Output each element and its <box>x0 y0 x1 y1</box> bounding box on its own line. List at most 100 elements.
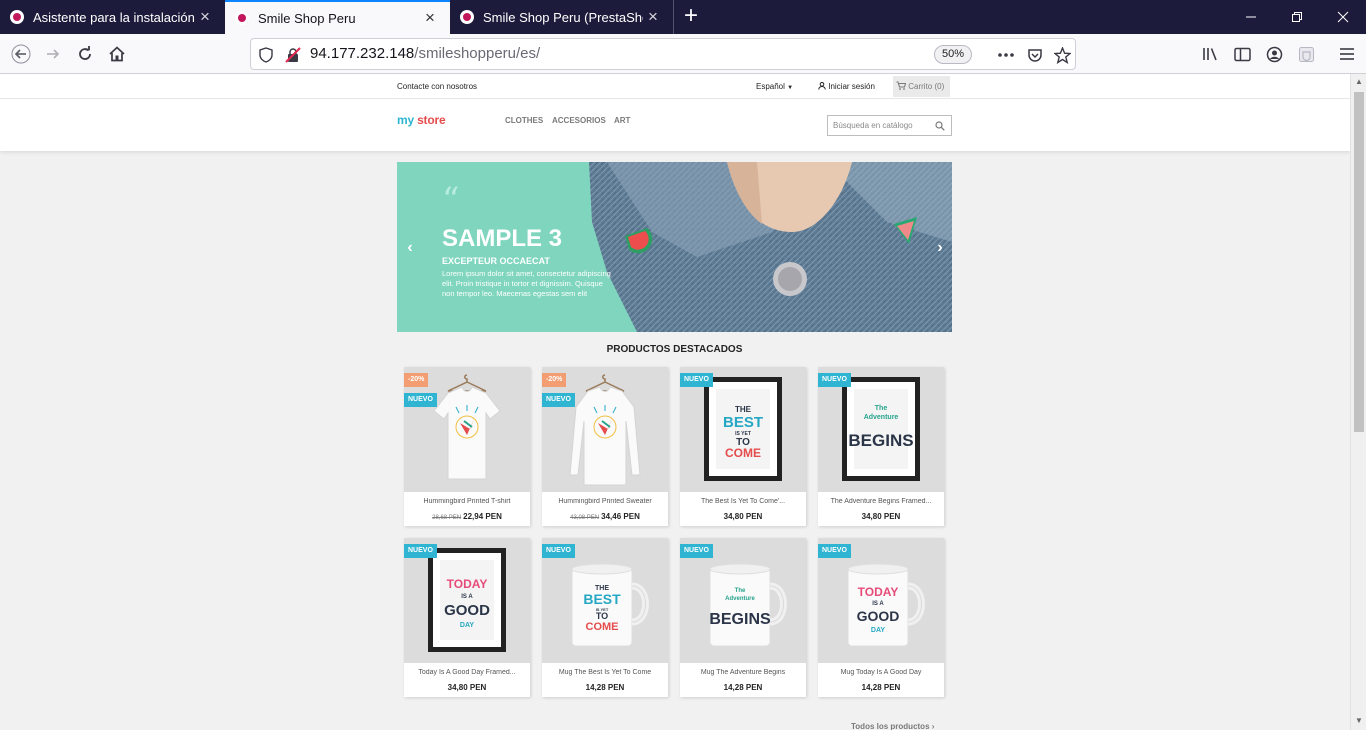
art-text: The <box>735 588 746 594</box>
art-text: COME <box>725 446 761 460</box>
art-text: IS A <box>461 594 473 600</box>
tab-title: Smile Shop Peru <box>258 10 356 26</box>
product-thumbnail[interactable]: TODAY IS A GOOD DAY NUEVO <box>818 538 944 663</box>
library-icon[interactable] <box>1195 39 1225 69</box>
zoom-level-badge[interactable]: 50% <box>934 45 972 64</box>
art-text: The <box>875 405 888 412</box>
product-thumbnail[interactable]: -20% NUEVO <box>542 367 668 492</box>
art-text: GOOD <box>857 608 900 624</box>
product-price: 14,28 PEN <box>585 683 625 692</box>
art-text: Adventure <box>725 596 755 602</box>
scroll-up-icon[interactable]: ▲ <box>1354 77 1364 86</box>
product-price-row: 14,28 PEN <box>680 683 806 692</box>
product-price-row: 34,80 PEN <box>680 512 806 521</box>
product-thumbnail[interactable]: THE BEST IS YET TO COME NUEVO <box>680 367 806 492</box>
new-badge: NUEVO <box>542 393 575 407</box>
close-window-icon[interactable] <box>1320 0 1366 34</box>
product-card[interactable]: The Adventure BEGINS NUEVO The Adventure Beg… <box>818 367 944 526</box>
art-text: TO <box>596 611 608 621</box>
product-thumbnail[interactable]: TODAY IS A GOOD DAY NUEVO <box>404 538 530 663</box>
product-card[interactable]: The Adventure BEGINS NUEVO Mug The Adventure… <box>680 538 806 697</box>
close-tab-icon[interactable]: × <box>420 8 440 28</box>
discount-badge: -20% <box>542 373 567 387</box>
bookmark-star-icon[interactable] <box>1051 44 1073 66</box>
tab-title: Smile Shop Peru (PrestaShop™) <box>483 9 643 25</box>
product-name[interactable]: Mug The Best Is Yet To Come <box>542 669 668 676</box>
insecure-lock-icon[interactable] <box>282 44 304 66</box>
art-text: BEGINS <box>709 611 771 628</box>
new-badge: NUEVO <box>404 393 437 407</box>
art-text: IS A <box>872 601 884 607</box>
product-price-row: 14,28 PEN <box>542 683 668 692</box>
new-badge: NUEVO <box>680 373 713 387</box>
back-button[interactable] <box>6 39 36 69</box>
restore-window-icon[interactable] <box>1274 0 1320 34</box>
product-name[interactable]: The Adventure Begins Framed... <box>818 498 944 505</box>
featured-products-grid: -20% NUEVO Hummingbird Printed T-shirt 28,6… <box>0 74 1350 730</box>
product-name[interactable]: Today Is A Good Day Framed... <box>404 669 530 676</box>
new-badge: NUEVO <box>680 544 713 558</box>
url-bar[interactable]: 94.177.232.148/smileshopperu/es/ 50% <box>250 38 1076 70</box>
art-text: GOOD <box>444 602 490 619</box>
product-thumbnail[interactable]: The Adventure BEGINS NUEVO <box>818 367 944 492</box>
product-price-row: 43,08 PEN 34,46 PEN <box>542 512 668 521</box>
product-price-row: 28,68 PEN 22,94 PEN <box>404 512 530 521</box>
product-thumbnail[interactable]: The Adventure BEGINS NUEVO <box>680 538 806 663</box>
product-card[interactable]: -20% NUEVO Hummingbird Printed T-shirt 28,6… <box>404 367 530 526</box>
product-price-row: 14,28 PEN <box>818 683 944 692</box>
prestashop-favicon-icon <box>460 10 474 24</box>
product-name[interactable]: Mug The Adventure Begins <box>680 669 806 676</box>
product-price-row: 34,80 PEN <box>404 683 530 692</box>
product-price: 34,80 PEN <box>447 683 487 692</box>
scroll-down-icon[interactable]: ▼ <box>1354 716 1364 725</box>
product-card[interactable]: TODAY IS A GOOD DAY NUEVO Today Is A Good Day… <box>404 538 530 697</box>
close-tab-icon[interactable]: × <box>195 7 215 27</box>
product-name[interactable]: Hummingbird Printed T-shirt <box>404 498 530 505</box>
minimize-window-icon[interactable] <box>1228 0 1274 34</box>
url-path: /smileshopperu/es/ <box>414 45 541 62</box>
account-icon[interactable] <box>1259 39 1289 69</box>
forward-button[interactable] <box>38 39 68 69</box>
product-price: 14,28 PEN <box>861 683 901 692</box>
product-name[interactable]: Hummingbird Printed Sweater <box>542 498 668 505</box>
product-price-row: 34,80 PEN <box>818 512 944 521</box>
art-text: TODAY <box>858 585 899 599</box>
pocket-icon[interactable] <box>1024 44 1046 66</box>
art-text: BEST <box>583 591 621 607</box>
product-card[interactable]: TODAY IS A GOOD DAY NUEVO Mug Today Is A Good… <box>818 538 944 697</box>
url-text[interactable]: 94.177.232.148/smileshopperu/es/ <box>310 39 540 69</box>
browser-tab-smile-shop[interactable]: Smile Shop Peru × <box>225 0 450 34</box>
product-name[interactable]: Mug Today Is A Good Day <box>818 669 944 676</box>
product-thumbnail[interactable]: -20% NUEVO <box>404 367 530 492</box>
browser-tab-installer[interactable]: Asistente para la instalación de × <box>0 0 225 34</box>
product-price: 34,46 PEN <box>601 512 640 521</box>
new-badge: NUEVO <box>818 544 851 558</box>
reload-button[interactable] <box>70 39 100 69</box>
product-card[interactable]: -20% NUEVO Hummingbird Printed Sweater 43,0… <box>542 367 668 526</box>
home-button[interactable] <box>102 39 132 69</box>
sidebar-toggle-icon[interactable] <box>1227 39 1257 69</box>
art-text: DAY <box>871 627 885 634</box>
extension-icon[interactable] <box>1291 39 1321 69</box>
page-scrollbar[interactable]: ▲ ▼ <box>1350 74 1366 730</box>
shield-icon[interactable] <box>255 44 277 66</box>
product-thumbnail[interactable]: THE BEST IS YET TO COME NUEVO <box>542 538 668 663</box>
art-text: THE <box>735 405 752 414</box>
art-text: BEGINS <box>848 431 913 450</box>
all-products-link[interactable]: Todos los productos › <box>851 722 934 730</box>
product-name[interactable]: The Best Is Yet To Come'... <box>680 498 806 505</box>
product-card[interactable]: THE BEST IS YET TO COME NUEVO Mug The Best Is … <box>542 538 668 697</box>
close-tab-icon[interactable]: × <box>643 7 663 27</box>
browser-tab-bar: Asistente para la instalación de × Smile… <box>0 0 1366 34</box>
prestashop-favicon-icon <box>10 10 24 24</box>
product-card[interactable]: THE BEST IS YET TO COME NUEVO The Best Is Yet … <box>680 367 806 526</box>
new-tab-button[interactable]: + <box>678 0 704 34</box>
product-price: 34,80 PEN <box>861 512 901 521</box>
url-host: 94.177.232.148 <box>310 45 415 62</box>
scroll-thumb[interactable] <box>1354 92 1364 432</box>
browser-tab-prestashop[interactable]: Smile Shop Peru (PrestaShop™) × <box>450 0 674 34</box>
hamburger-menu-icon[interactable] <box>1332 39 1362 69</box>
page-actions-menu-icon[interactable] <box>995 44 1017 66</box>
art-text: COME <box>586 621 619 633</box>
product-old-price: 43,08 PEN <box>570 515 600 521</box>
